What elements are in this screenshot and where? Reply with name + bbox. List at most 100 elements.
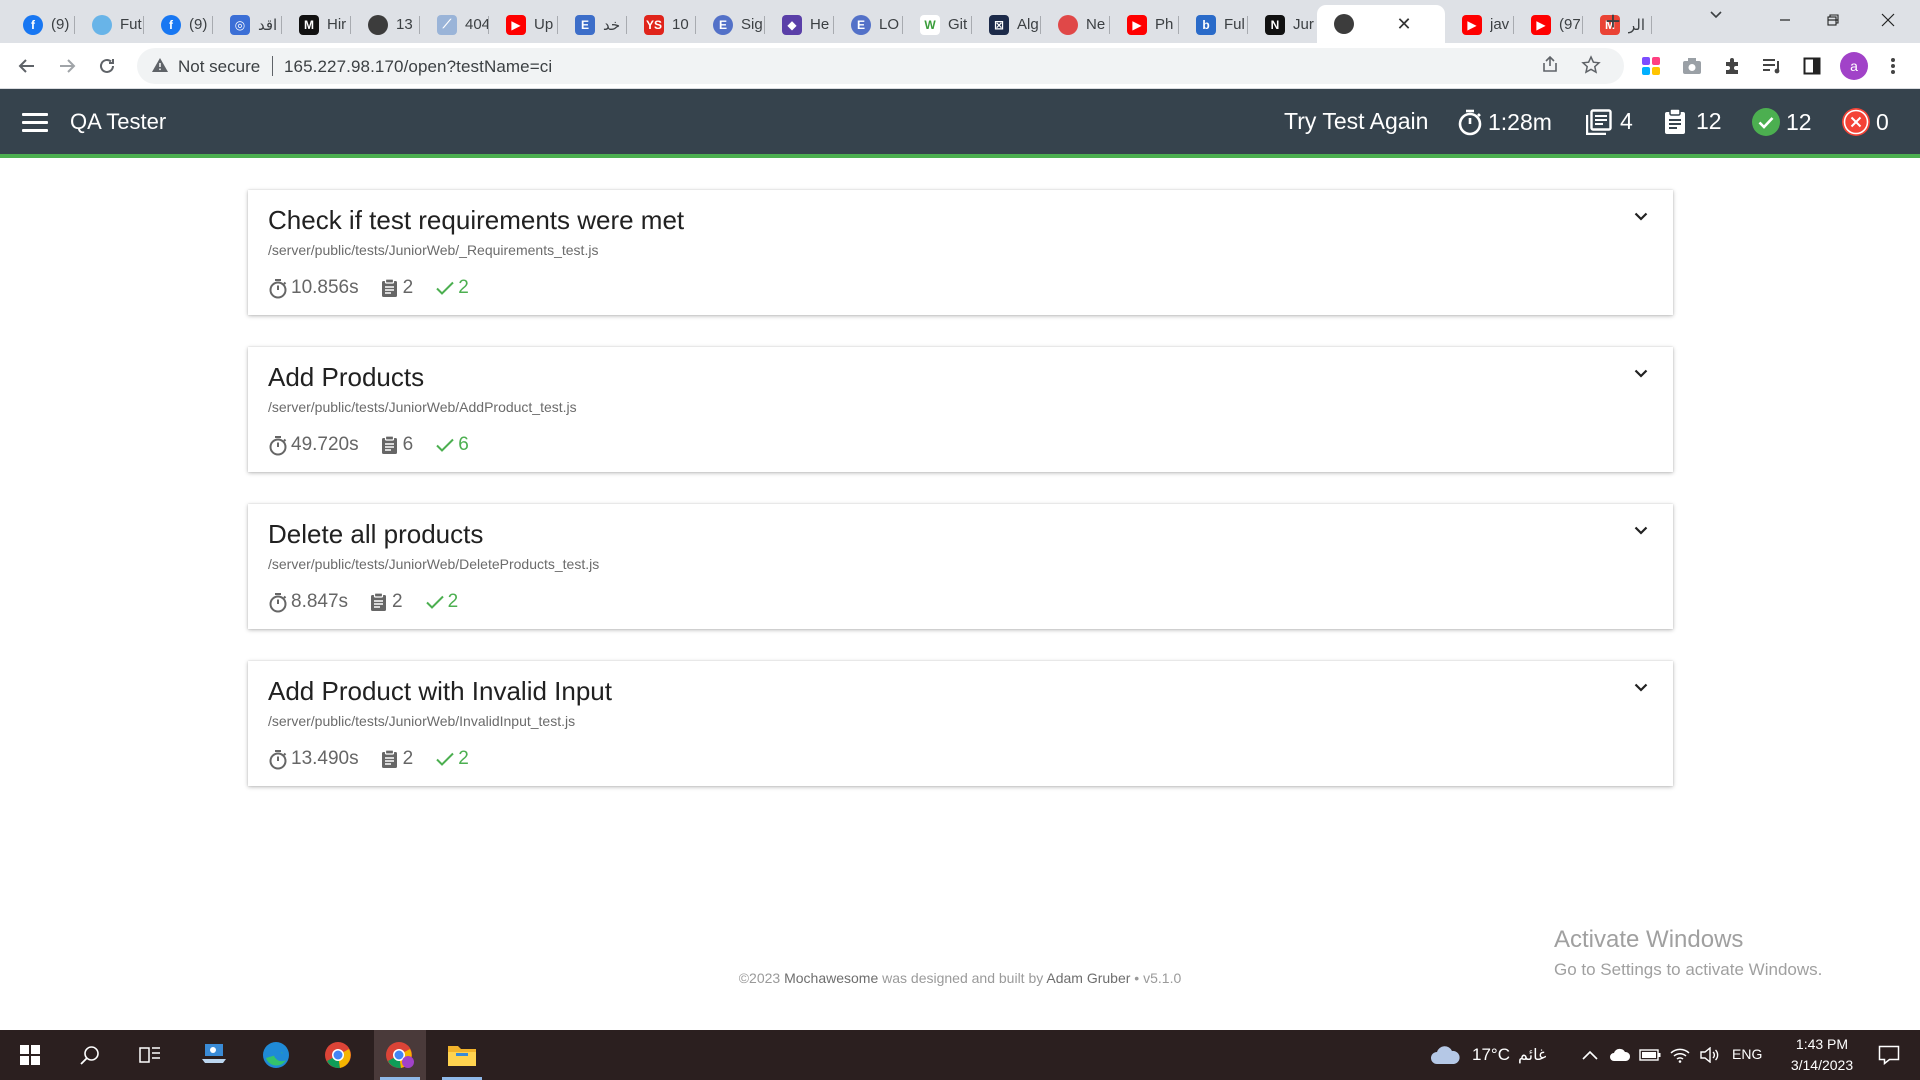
suite-passes: 6 — [435, 434, 469, 456]
chevron-down-icon[interactable] — [1633, 679, 1649, 695]
taskbar-app-explorer[interactable] — [436, 1030, 488, 1080]
browser-tab[interactable]: E خد — [558, 8, 627, 41]
browser-tab[interactable]: ◆ He — [765, 8, 834, 41]
address-bar[interactable]: Not secure 165.227.98.170/open?testName=… — [137, 48, 1624, 84]
weather-button[interactable] — [1422, 1030, 1468, 1080]
search-button[interactable] — [64, 1030, 116, 1080]
browser-tab[interactable]: Fut — [75, 8, 144, 41]
weather-text[interactable]: غائم — [1518, 1045, 1546, 1065]
battery-button[interactable] — [1635, 1030, 1665, 1080]
suite-passes: 2 — [435, 748, 469, 770]
browser-tab[interactable]: ▶ Up — [489, 8, 558, 41]
suite-card[interactable]: Add Product with Invalid Input /server/p… — [248, 661, 1673, 786]
chevron-down-icon[interactable] — [1633, 208, 1649, 224]
windows-taskbar: 17°C غائم ENG 1:43 PM 3/14/2023 — [0, 1030, 1920, 1080]
profile-avatar[interactable]: a — [1840, 52, 1868, 80]
temperature[interactable]: 17°C — [1472, 1045, 1510, 1065]
menu-icon[interactable] — [22, 113, 48, 133]
suite-tests: 2 — [370, 591, 403, 613]
network-button[interactable] — [1665, 1030, 1695, 1080]
suite-card[interactable]: Add Products /server/public/tests/Junior… — [248, 347, 1673, 472]
browser-tab[interactable]: f (9) — [6, 8, 75, 41]
tab-title: Up — [534, 16, 554, 33]
star-icon[interactable] — [1581, 55, 1601, 80]
task-view-button[interactable] — [124, 1030, 176, 1080]
tab-title: He — [810, 16, 830, 33]
taskbar-app-laptop[interactable] — [188, 1030, 240, 1080]
chevron-down-icon[interactable] — [1633, 365, 1649, 381]
side-panel-icon[interactable] — [1799, 53, 1825, 79]
language-indicator[interactable]: ENG — [1732, 1046, 1762, 1062]
browser-tab[interactable]: M Hir — [282, 8, 351, 41]
kebab-menu-icon[interactable] — [1880, 53, 1906, 79]
browser-tab[interactable]: b Ful — [1179, 8, 1248, 41]
tab-title: LO — [879, 16, 900, 33]
restore-icon — [1827, 14, 1839, 26]
summary-tests[interactable]: 12 — [1664, 108, 1722, 135]
restore-window-button[interactable] — [1810, 2, 1856, 38]
warning-icon[interactable] — [151, 56, 169, 79]
reading-list-icon[interactable] — [1759, 53, 1785, 79]
youtube-icon: ▶ — [1531, 14, 1551, 35]
try-again-link[interactable]: Try Test Again — [1284, 108, 1428, 135]
clock-time[interactable]: 1:43 PM — [1787, 1036, 1857, 1052]
chrome-profile-icon — [386, 1042, 414, 1069]
extension-colorful-icon[interactable] — [1638, 53, 1664, 79]
browser-tab[interactable]: E Sig — [696, 8, 765, 41]
browser-tab[interactable]: W Git — [903, 8, 972, 41]
record-icon — [1058, 14, 1078, 35]
puzzle-app-icon: ◆ — [782, 14, 802, 35]
reload-button[interactable] — [92, 51, 122, 81]
try-again-label[interactable]: Try Test Again — [1284, 108, 1428, 135]
browser-tab[interactable]: ⟋ 404 — [420, 8, 489, 41]
browser-tab[interactable]: f (9) — [144, 8, 213, 41]
mochawesome-link[interactable]: Mochawesome — [784, 970, 878, 986]
volume-button[interactable] — [1695, 1030, 1725, 1080]
suite-card[interactable]: Delete all products /server/public/tests… — [248, 504, 1673, 629]
browser-tab[interactable]: ▶ jav — [1445, 8, 1514, 41]
duration-value: 1:28m — [1488, 108, 1552, 135]
new-tab-button[interactable]: + — [1599, 8, 1627, 36]
tab-active[interactable]: ✕ — [1317, 5, 1445, 43]
browser-tab[interactable]: E LO — [834, 8, 903, 41]
browser-tab[interactable]: 13 — [351, 8, 420, 41]
summary-failed[interactable]: 0 — [1842, 108, 1889, 136]
library-books-icon — [1586, 108, 1612, 135]
browser-tab[interactable]: N Jur — [1248, 8, 1317, 41]
browser-tab[interactable]: Ne — [1041, 8, 1110, 41]
stopwatch-icon — [269, 592, 287, 612]
tab-list: f (9) Fut f (9) ◎ اقد M Hir 13 ⟋ 404 ▶ Up E خد YS 10 E Sig ◆… — [6, 5, 1652, 43]
clock-date[interactable]: 3/14/2023 — [1777, 1057, 1867, 1073]
browser-tab[interactable]: YS 10 — [627, 8, 696, 41]
extensions-puzzle-icon[interactable] — [1719, 53, 1745, 79]
forward-button[interactable] — [52, 51, 82, 81]
taskbar-app-chrome-profile[interactable] — [374, 1030, 426, 1080]
onedrive-button[interactable] — [1605, 1030, 1635, 1080]
notifications-button[interactable] — [1866, 1030, 1912, 1080]
summary-passed[interactable]: 12 — [1752, 108, 1812, 136]
browser-tab[interactable]: ▶ (97 — [1514, 8, 1583, 41]
suite-title: Delete all products — [268, 519, 484, 549]
suite-card[interactable]: Check if test requirements were met /ser… — [248, 190, 1673, 315]
camera-icon[interactable] — [1679, 53, 1705, 79]
close-window-button[interactable] — [1865, 2, 1911, 38]
back-button[interactable] — [12, 51, 42, 81]
browser-tab[interactable]: ◎ اقد — [213, 8, 282, 41]
letter-e-circle-icon: E — [713, 14, 733, 35]
tab-close-icon[interactable]: ✕ — [1394, 14, 1414, 35]
browser-tab[interactable]: ⊠ Alg — [972, 8, 1041, 41]
show-hidden-icons-button[interactable] — [1575, 1030, 1605, 1080]
clipboard-icon — [381, 278, 397, 297]
minimize-window-button[interactable] — [1762, 2, 1808, 38]
author-link[interactable]: Adam Gruber — [1046, 970, 1130, 986]
chevron-down-icon[interactable] — [1633, 522, 1649, 538]
tab-search-button[interactable] — [1708, 6, 1724, 27]
taskbar-app-chrome[interactable] — [312, 1030, 364, 1080]
url-text[interactable]: 165.227.98.170/open?testName=ci — [284, 57, 552, 77]
browser-tab[interactable]: ▶ Ph — [1110, 8, 1179, 41]
security-label[interactable]: Not secure — [178, 57, 260, 77]
share-icon[interactable] — [1541, 55, 1559, 78]
summary-suites[interactable]: 4 — [1586, 108, 1633, 135]
taskbar-app-edge[interactable] — [250, 1030, 302, 1080]
start-button[interactable] — [4, 1030, 56, 1080]
